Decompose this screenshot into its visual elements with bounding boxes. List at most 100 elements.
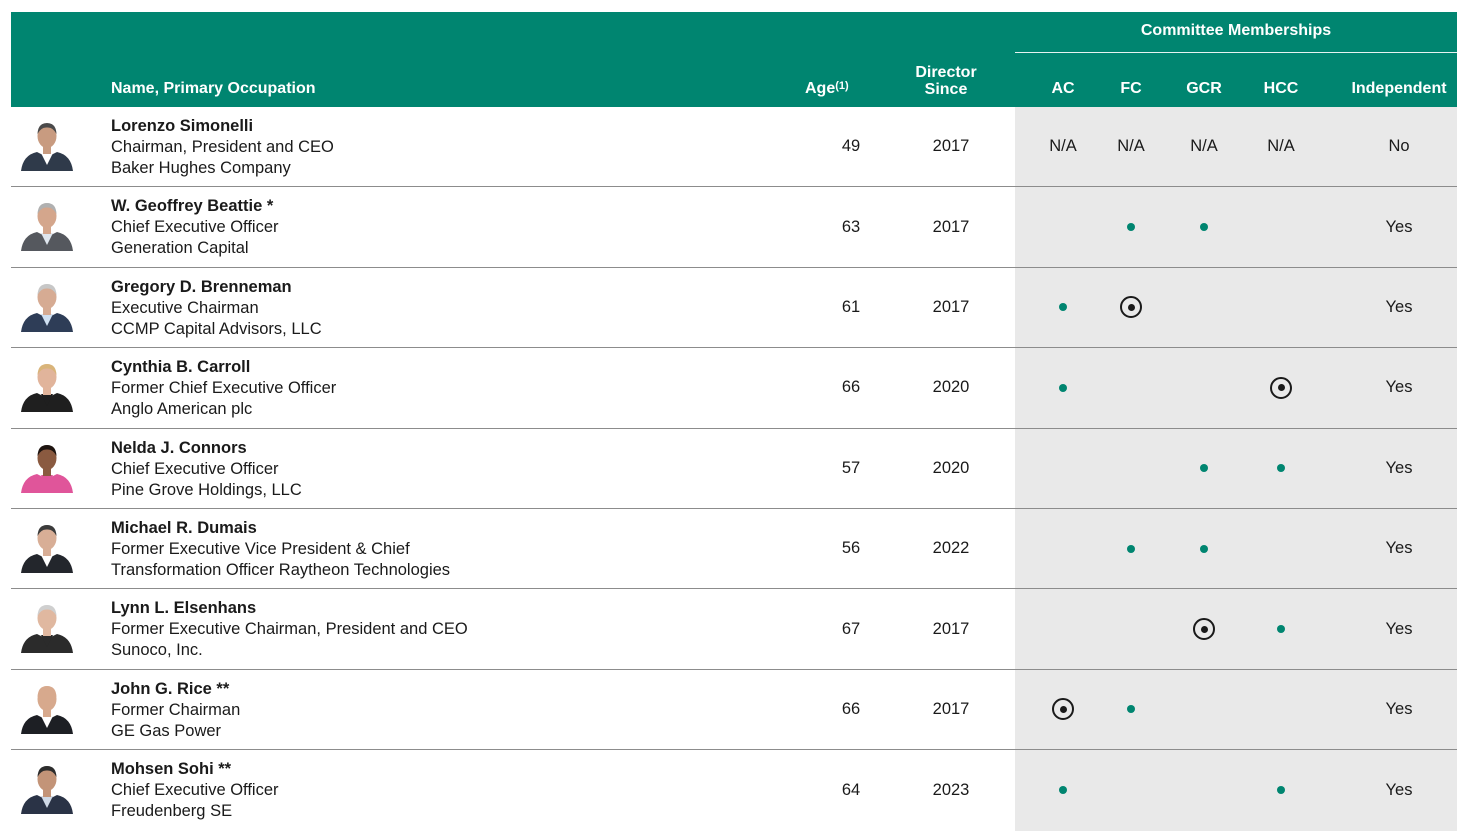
occupation-line-2: GE Gas Power (111, 721, 222, 740)
independent-cell: Yes (1385, 297, 1413, 316)
occupation-line-1: Former Executive Chairman, President and… (111, 620, 468, 639)
director-info: Mohsen Sohi ** Chief Executive Officer Fre… (111, 759, 279, 822)
director-info: Nelda J. Connors Chief Executive Officer P… (111, 438, 302, 501)
director-photo (19, 601, 75, 654)
director-since-cell: 2023 (932, 780, 970, 799)
table-row: Cynthia B. Carroll Former Chief Executive… (11, 348, 1457, 429)
gcr-cell (1174, 670, 1234, 749)
fc-cell: N/A (1117, 137, 1145, 156)
fc-cell (1101, 509, 1161, 588)
independent-cell: Yes (1385, 619, 1413, 638)
director-photo (19, 280, 75, 332)
member-dot-icon (1059, 786, 1067, 795)
ac-cell (1033, 670, 1093, 749)
gcr-cell (1174, 348, 1234, 427)
table-row: Nelda J. Connors Chief Executive Officer P… (11, 428, 1457, 509)
ac-cell (1033, 429, 1093, 508)
age-cell: 66 (841, 378, 861, 397)
director-name: Michael R. Dumais (111, 518, 257, 537)
chair-circled-dot-icon (1052, 698, 1074, 721)
hcc-cell (1251, 509, 1311, 588)
table-row: Gregory D. Brenneman Executive Chairman CC… (11, 267, 1457, 349)
director-photo (19, 441, 75, 493)
table-header: Committee Memberships Name, Primary Occu… (11, 12, 1457, 107)
gcr-cell: N/A (1190, 137, 1218, 156)
gcr-cell (1174, 268, 1234, 347)
director-info: Michael R. Dumais Former Executive Vice P… (111, 518, 450, 581)
member-dot-icon (1127, 544, 1135, 553)
member-dot-icon (1127, 705, 1135, 714)
hcc-cell: N/A (1267, 137, 1295, 156)
director-since-cell: 2017 (932, 217, 970, 236)
director-since-cell: 2022 (932, 539, 970, 558)
fc-cell (1101, 348, 1161, 427)
chair-circled-dot-icon (1193, 618, 1215, 641)
director-name: John G. Rice ** (111, 679, 230, 698)
director-name: W. Geoffrey Beattie * (111, 197, 274, 216)
gcr-cell (1174, 509, 1234, 588)
occupation-line-2: Freudenberg SE (111, 802, 233, 821)
member-dot-icon (1059, 303, 1067, 312)
director-name: Cynthia B. Carroll (111, 358, 251, 377)
occupation-line-2: CCMP Capital Advisors, LLC (111, 319, 322, 338)
director-info: John G. Rice ** Former Chairman GE Gas Pow… (111, 679, 240, 742)
age-cell: 61 (841, 297, 861, 316)
occupation-line-1: Former Chairman (111, 700, 241, 719)
independent-cell: Yes (1385, 378, 1413, 397)
age-cell: 66 (841, 699, 861, 718)
chair-circled-dot-icon (1120, 296, 1142, 319)
occupation-line-1: Former Chief Executive Officer (111, 379, 337, 398)
ac-column-header: AC (1051, 80, 1075, 97)
chair-circled-dot-icon (1270, 376, 1292, 399)
hcc-cell (1251, 429, 1311, 508)
fc-cell (1101, 670, 1161, 749)
hcc-cell (1251, 268, 1311, 347)
member-dot-icon (1200, 544, 1208, 553)
member-dot-icon (1277, 625, 1285, 634)
committee-memberships-header: Committee Memberships (1140, 22, 1332, 39)
member-dot-icon (1277, 464, 1285, 473)
director-info: Cynthia B. Carroll Former Chief Executive… (111, 357, 336, 420)
member-dot-icon (1127, 223, 1135, 232)
gcr-cell (1174, 429, 1234, 508)
ac-cell (1033, 750, 1093, 830)
member-dot-icon (1200, 223, 1208, 232)
occupation-line-2: Anglo American plc (111, 400, 253, 419)
age-cell: 56 (841, 539, 861, 558)
director-since-cell: 2017 (932, 699, 970, 718)
age-cell: 49 (841, 137, 861, 156)
occupation-line-2: Generation Capital (111, 239, 249, 258)
name-column-header: Name, Primary Occupation (111, 80, 316, 97)
header-divider (1015, 52, 1457, 53)
fc-cell (1101, 187, 1161, 266)
director-info: Lorenzo Simonelli Chairman, President and… (111, 116, 334, 179)
director-name: Lorenzo Simonelli (111, 117, 254, 135)
ac-cell (1033, 348, 1093, 427)
occupation-line-1: Former Executive Vice President & Chief (111, 539, 410, 558)
hcc-cell (1251, 348, 1311, 427)
hcc-cell (1251, 187, 1311, 266)
member-dot-icon (1200, 464, 1208, 473)
occupation-line-1: Chief Executive Officer (111, 781, 279, 800)
director-photo (19, 762, 75, 815)
ac-cell (1033, 509, 1093, 588)
fc-cell (1101, 750, 1161, 830)
director-name: Mohsen Sohi ** (111, 760, 232, 779)
director-photo (19, 521, 75, 573)
member-dot-icon (1277, 786, 1285, 795)
director-photo (19, 360, 75, 413)
director-name: Gregory D. Brenneman (111, 277, 292, 296)
director-since-cell: 2017 (932, 619, 970, 638)
director-since-cell: 2020 (932, 458, 970, 477)
age-footnote: (1) (835, 80, 849, 92)
director-name: Nelda J. Connors (111, 438, 247, 457)
gcr-cell (1174, 589, 1234, 668)
occupation-line-2: Sunoco, Inc. (111, 641, 203, 660)
table-row: Michael R. Dumais Former Executive Vice P… (11, 508, 1457, 590)
hcc-cell (1251, 750, 1311, 830)
age-cell: 64 (841, 780, 861, 799)
occupation-line-1: Chief Executive Officer (111, 459, 279, 478)
director-since-line1: Director (915, 64, 977, 81)
occupation-line-2: Pine Grove Holdings, LLC (111, 480, 302, 499)
director-name: Lynn L. Elsenhans (111, 599, 257, 618)
